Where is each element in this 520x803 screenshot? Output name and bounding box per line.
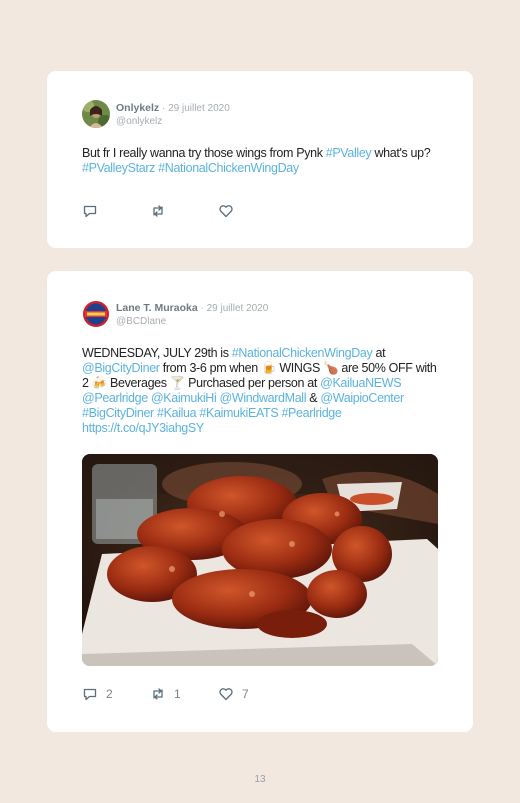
tweet-link[interactable]: @Pearlridge xyxy=(82,391,148,405)
tweet-date[interactable]: 29 juillet 2020 xyxy=(207,303,269,314)
tweet-link[interactable]: #Pearlridge xyxy=(281,406,341,420)
tweet-text-segment: WEDNESDAY, JULY 29th is xyxy=(82,346,232,360)
tweet-link[interactable]: #PValley xyxy=(326,146,372,160)
tweet-link[interactable]: #Kailua xyxy=(157,406,197,420)
separator-dot: · xyxy=(197,303,207,314)
tweet-text-segment: at xyxy=(372,346,386,360)
tweet-text-segment: But fr I really wanna try those wings fr… xyxy=(82,146,326,160)
retweet-button[interactable] xyxy=(150,203,218,219)
tweet-card: Lane T. Muraoka · 29 juillet 2020 @BCDla… xyxy=(47,271,473,732)
reply-button[interactable]: 2 xyxy=(82,686,150,702)
tweet-text: But fr I really wanna try those wings fr… xyxy=(82,146,442,176)
tweet-header: Lane T. Muraoka · 29 juillet 2020 @BCDla… xyxy=(82,298,268,330)
retweet-button[interactable]: 1 xyxy=(150,686,218,702)
tweet-link[interactable]: #KaimukiEATS xyxy=(199,406,278,420)
tweet-text-segment: what's up? xyxy=(371,146,431,160)
reply-count: 2 xyxy=(106,687,113,701)
tweet-link[interactable]: @KaimukiHi xyxy=(151,391,217,405)
tweet-link[interactable]: https://t.co/qJY3iahgSY xyxy=(82,421,204,435)
reply-icon xyxy=(83,688,97,701)
reply-icon xyxy=(83,205,97,218)
tweet-link[interactable]: #NationalChickenWingDay xyxy=(232,346,373,360)
author-name[interactable]: Onlykelz xyxy=(116,102,159,114)
tweet-text: WEDNESDAY, JULY 29th is #NationalChicken… xyxy=(82,346,442,436)
author-handle[interactable]: @BCDlane xyxy=(116,315,268,328)
heart-icon xyxy=(219,205,233,218)
tweet-actions xyxy=(82,203,286,219)
avatar[interactable] xyxy=(82,100,110,128)
avatar[interactable] xyxy=(82,300,110,328)
heart-icon xyxy=(219,688,233,701)
retweet-count: 1 xyxy=(174,687,181,701)
retweet-icon xyxy=(153,688,163,700)
tweet-text-segment: & xyxy=(306,391,321,405)
separator-dot: · xyxy=(159,103,169,114)
tweet-date[interactable]: 29 juillet 2020 xyxy=(168,103,230,114)
tweet-link[interactable]: @KailuaNEWS xyxy=(320,376,401,390)
tweet-link[interactable]: @WaipioCenter xyxy=(320,391,404,405)
page-number: 13 xyxy=(254,774,266,785)
author-name[interactable]: Lane T. Muraoka xyxy=(116,302,198,314)
tweet-link[interactable]: #BigCityDiner xyxy=(82,406,154,420)
tweet-card: Onlykelz · 29 juillet 2020 @onlykelz But… xyxy=(47,71,473,248)
tweet-link[interactable]: @BigCityDiner xyxy=(82,361,160,375)
like-button[interactable] xyxy=(218,203,286,219)
retweet-icon xyxy=(153,205,163,217)
tweet-header: Onlykelz · 29 juillet 2020 @onlykelz xyxy=(82,98,230,130)
tweet-actions: 2 1 7 xyxy=(82,686,286,702)
reply-button[interactable] xyxy=(82,203,150,219)
tweet-link[interactable]: @WindwardMall xyxy=(220,391,307,405)
tweet-link[interactable]: #PValleyStarz xyxy=(82,161,155,175)
author-handle[interactable]: @onlykelz xyxy=(116,115,230,128)
tweet-link[interactable]: #NationalChickenWingDay xyxy=(158,161,299,175)
like-count: 7 xyxy=(242,687,249,701)
tweet-photo-chicken-wings[interactable] xyxy=(82,454,438,666)
like-button[interactable]: 7 xyxy=(218,686,286,702)
